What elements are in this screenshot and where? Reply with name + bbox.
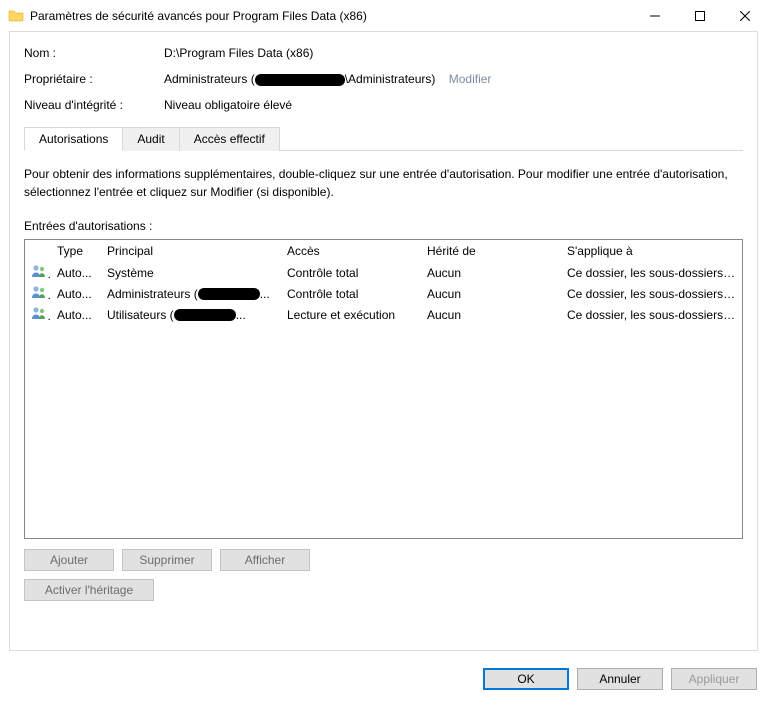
name-value: D:\Program Files Data (x86) (164, 46, 313, 60)
cell-access: Contrôle total (281, 287, 421, 301)
cell-inherited: Aucun (421, 266, 561, 280)
redacted-text (174, 309, 236, 321)
owner-row: Propriétaire : Administrateurs ( \Adminis… (24, 72, 743, 86)
table-header: Type Principal Accès Hérité de S'appliqu… (25, 240, 742, 262)
cell-applies: Ce dossier, les sous-dossiers e... (561, 308, 742, 322)
cell-type: Auto... (51, 266, 101, 280)
minimize-button[interactable] (632, 1, 677, 30)
window-controls (632, 1, 767, 30)
content-panel: Nom : D:\Program Files Data (x86) Propri… (9, 31, 758, 651)
window-title: Paramètres de sécurité avancés pour Prog… (30, 9, 632, 23)
people-icon (25, 306, 51, 323)
apply-button[interactable]: Appliquer (671, 668, 757, 690)
table-row[interactable]: Auto...SystèmeContrôle totalAucunCe doss… (25, 262, 742, 283)
col-type[interactable]: Type (51, 244, 101, 258)
table-body: Auto...SystèmeContrôle totalAucunCe doss… (25, 262, 742, 325)
dialog-footer: OK Annuler Appliquer (0, 660, 767, 700)
inherit-row: Activer l'héritage (24, 579, 743, 601)
entries-label: Entrées d'autorisations : (24, 219, 743, 233)
cell-inherited: Aucun (421, 287, 561, 301)
owner-label: Propriétaire : (24, 72, 164, 86)
people-icon (25, 285, 51, 302)
cell-type: Auto... (51, 287, 101, 301)
add-button[interactable]: Ajouter (24, 549, 114, 571)
remove-button[interactable]: Supprimer (122, 549, 212, 571)
col-principal[interactable]: Principal (101, 244, 281, 258)
tab-permissions[interactable]: Autorisations (24, 127, 123, 151)
owner-prefix: Administrateurs ( (164, 72, 255, 86)
view-button[interactable]: Afficher (220, 549, 310, 571)
cell-inherited: Aucun (421, 308, 561, 322)
permissions-table: Type Principal Accès Hérité de S'appliqu… (24, 239, 743, 539)
titlebar: Paramètres de sécurité avancés pour Prog… (0, 0, 767, 31)
name-row: Nom : D:\Program Files Data (x86) (24, 46, 743, 60)
table-row[interactable]: Auto...Utilisateurs (...Lecture et exécu… (25, 304, 742, 325)
cell-type: Auto... (51, 308, 101, 322)
people-icon (25, 264, 51, 281)
name-label: Nom : (24, 46, 164, 60)
cancel-button[interactable]: Annuler (577, 668, 663, 690)
cell-applies: Ce dossier, les sous-dossiers e... (561, 266, 742, 280)
cell-access: Contrôle total (281, 266, 421, 280)
cell-applies: Ce dossier, les sous-dossiers e... (561, 287, 742, 301)
cell-principal: Administrateurs (... (101, 287, 281, 301)
modify-owner-link[interactable]: Modifier (449, 72, 492, 86)
cell-access: Lecture et exécution (281, 308, 421, 322)
table-row[interactable]: Auto...Administrateurs (...Contrôle tota… (25, 283, 742, 304)
redacted-text (198, 288, 260, 300)
tab-audit[interactable]: Audit (122, 127, 179, 151)
enable-inheritance-button[interactable]: Activer l'héritage (24, 579, 154, 601)
maximize-button[interactable] (677, 1, 722, 30)
col-applies[interactable]: S'applique à (561, 244, 742, 258)
cell-principal: Système (101, 266, 281, 280)
cell-principal: Utilisateurs (... (101, 308, 281, 322)
integrity-value: Niveau obligatoire élevé (164, 98, 292, 112)
col-icon[interactable] (25, 244, 51, 258)
owner-value: Administrateurs ( \Administrateurs) Modif… (164, 72, 491, 86)
redacted-text (255, 74, 345, 86)
instruction-text: Pour obtenir des informations supplément… (24, 165, 743, 201)
integrity-row: Niveau d'intégrité : Niveau obligatoire … (24, 98, 743, 112)
col-inherited[interactable]: Hérité de (421, 244, 561, 258)
close-button[interactable] (722, 1, 767, 30)
integrity-label: Niveau d'intégrité : (24, 98, 164, 112)
ok-button[interactable]: OK (483, 668, 569, 690)
tab-strip: Autorisations Audit Accès effectif (24, 126, 743, 151)
owner-suffix: \Administrateurs) (345, 72, 436, 86)
tab-effective-access[interactable]: Accès effectif (179, 127, 280, 151)
folder-icon (8, 8, 24, 24)
action-buttons-row: Ajouter Supprimer Afficher (24, 549, 743, 571)
col-access[interactable]: Accès (281, 244, 421, 258)
